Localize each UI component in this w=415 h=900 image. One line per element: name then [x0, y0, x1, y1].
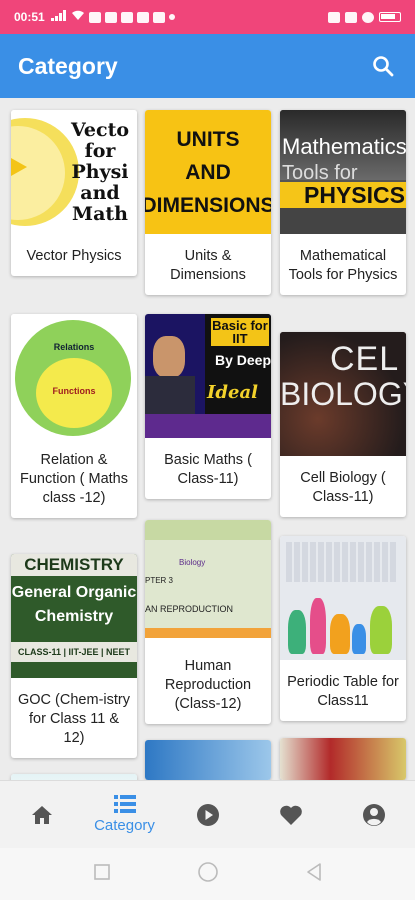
notification-icon: [104, 11, 117, 23]
category-label: Periodic Table for Class11: [287, 674, 399, 709]
signal-icon: [50, 10, 67, 24]
thumb-text: BIOLOGY: [280, 376, 406, 412]
category-label: Vector Physics: [26, 248, 122, 264]
category-thumbnail: Vecto for Physi and Math: [11, 110, 137, 234]
thumb-text: PHYSICS: [304, 182, 405, 208]
nav-category[interactable]: Category: [83, 781, 166, 848]
app-bar: Category: [0, 34, 415, 98]
battery-icon: [379, 12, 401, 22]
category-thumbnail: CHEMISTRY General Organic Chemistry CLAS…: [11, 554, 137, 678]
category-card-partial[interactable]: [145, 740, 271, 780]
thumb-text: AND: [185, 160, 231, 184]
square-icon: [93, 863, 110, 880]
thumb-text: By Deep: [214, 352, 271, 368]
thumb-text: and: [80, 182, 120, 204]
search-button[interactable]: [369, 52, 397, 80]
thumb-text: Math: [72, 203, 128, 225]
category-label: Human Reproduction (Class-12): [164, 658, 252, 712]
category-card-human-reproduction[interactable]: Biology PTER 3 AN REPRODUCTION Human Rep…: [145, 520, 271, 724]
category-thumbnail: Basic for IIT By Deep Ideal: [145, 314, 271, 438]
category-label: Basic Maths ( Class-11): [164, 452, 252, 487]
thumb-text: CLASS-11 | IIT-JEE | NEET: [11, 642, 137, 662]
category-label: Cell Biology ( Class-11): [300, 470, 386, 505]
list-icon: [113, 795, 136, 813]
thumb-text: Chemistry: [34, 608, 114, 625]
thumb-text: Biology: [179, 558, 206, 567]
play-icon: [196, 803, 219, 826]
status-time: 00:51: [14, 10, 45, 24]
home-system-button[interactable]: [197, 861, 219, 888]
circle-icon: [197, 861, 218, 882]
nav-profile[interactable]: [332, 781, 415, 848]
thumb-text: CHEMISTRY: [11, 554, 137, 576]
category-card-vector-physics[interactable]: Vecto for Physi and Math Vector Physics: [11, 110, 137, 276]
nav-favorites[interactable]: [249, 781, 332, 848]
category-card-goc-chemistry[interactable]: CHEMISTRY General Organic Chemistry CLAS…: [11, 554, 137, 758]
home-icon: [31, 805, 52, 824]
nav-home[interactable]: [0, 781, 83, 848]
thumb-text: CEL: [330, 340, 400, 378]
thumb-text: DIMENSIONS: [145, 193, 271, 217]
data-icon: [328, 11, 340, 23]
status-left-icons: [50, 10, 175, 24]
notification-icon: [88, 11, 101, 23]
notification-icon: [120, 11, 133, 23]
category-thumbnail: Mathematics Tools for PHYSICS: [280, 110, 406, 234]
thumb-text: Ideal: [207, 382, 258, 403]
category-card-cell-biology[interactable]: CEL BIOLOGY Cell Biology ( Class-11): [280, 332, 406, 517]
status-right-icons: [328, 11, 401, 23]
category-card-units-dimensions[interactable]: UNITS AND DIMENSIONS Units & Dimensions: [145, 110, 271, 295]
category-thumbnail: [280, 738, 406, 780]
recents-button[interactable]: [93, 863, 111, 886]
heart-icon: [279, 805, 302, 825]
category-card-mathematical-tools[interactable]: Mathematics Tools for PHYSICS Mathematic…: [280, 110, 406, 295]
status-bar: 00:51: [0, 0, 415, 34]
thumb-text: General Organic: [11, 584, 137, 601]
category-label: Relation & Function ( Maths class -12): [20, 452, 128, 506]
category-label: GOC (Chem-istry for Class 11 & 12): [18, 692, 130, 746]
search-icon: [373, 56, 394, 77]
thumb-text: Vecto: [70, 119, 130, 141]
thumb-text: Basic for IIT: [211, 318, 269, 346]
category-thumbnail: [145, 740, 271, 780]
thumb-text: UNITS: [176, 127, 240, 151]
category-card-periodic-table[interactable]: Periodic Table for Class11: [280, 536, 406, 721]
thumb-text: PTER 3: [145, 576, 174, 585]
back-button[interactable]: [305, 862, 323, 887]
wifi-icon: [71, 10, 85, 24]
account-icon: [362, 803, 385, 826]
page-title: Category: [18, 52, 118, 79]
mute-icon: [345, 11, 357, 23]
category-card-basic-maths[interactable]: Basic for IIT By Deep Ideal Basic Maths …: [145, 314, 271, 499]
nav-videos[interactable]: [166, 781, 249, 848]
category-card-relation-function[interactable]: Relations Functions Relation & Function …: [11, 314, 137, 518]
headset-icon: [362, 11, 374, 23]
category-thumbnail: UNITS AND DIMENSIONS: [145, 110, 271, 234]
thumb-text: for: [84, 140, 116, 162]
notification-icon: [168, 14, 175, 20]
bottom-navigation: Category: [0, 780, 415, 848]
notification-icon: [152, 11, 165, 23]
category-thumbnail: Relations Functions: [11, 314, 137, 438]
thumb-text: Relations: [53, 342, 95, 352]
category-label: Mathematical Tools for Physics: [288, 248, 398, 283]
thumb-text: AN REPRODUCTION: [145, 604, 234, 614]
thumb-text: Functions: [52, 386, 96, 396]
category-grid: Vecto for Physi and Math Vector Physics …: [0, 98, 415, 780]
category-label: Units & Dimensions: [170, 248, 246, 283]
thumb-text: Mathematics: [282, 134, 406, 159]
category-thumbnail: [280, 536, 406, 660]
system-navigation-bar: [0, 848, 415, 900]
category-thumbnail: CEL BIOLOGY: [280, 332, 406, 456]
category-thumbnail: Biology PTER 3 AN REPRODUCTION: [145, 520, 271, 644]
back-triangle-icon: [306, 862, 321, 881]
category-card-partial[interactable]: [280, 738, 406, 780]
thumb-text: Physi: [71, 161, 129, 183]
notification-icon: [136, 11, 149, 23]
nav-category-label: Category: [94, 817, 155, 834]
